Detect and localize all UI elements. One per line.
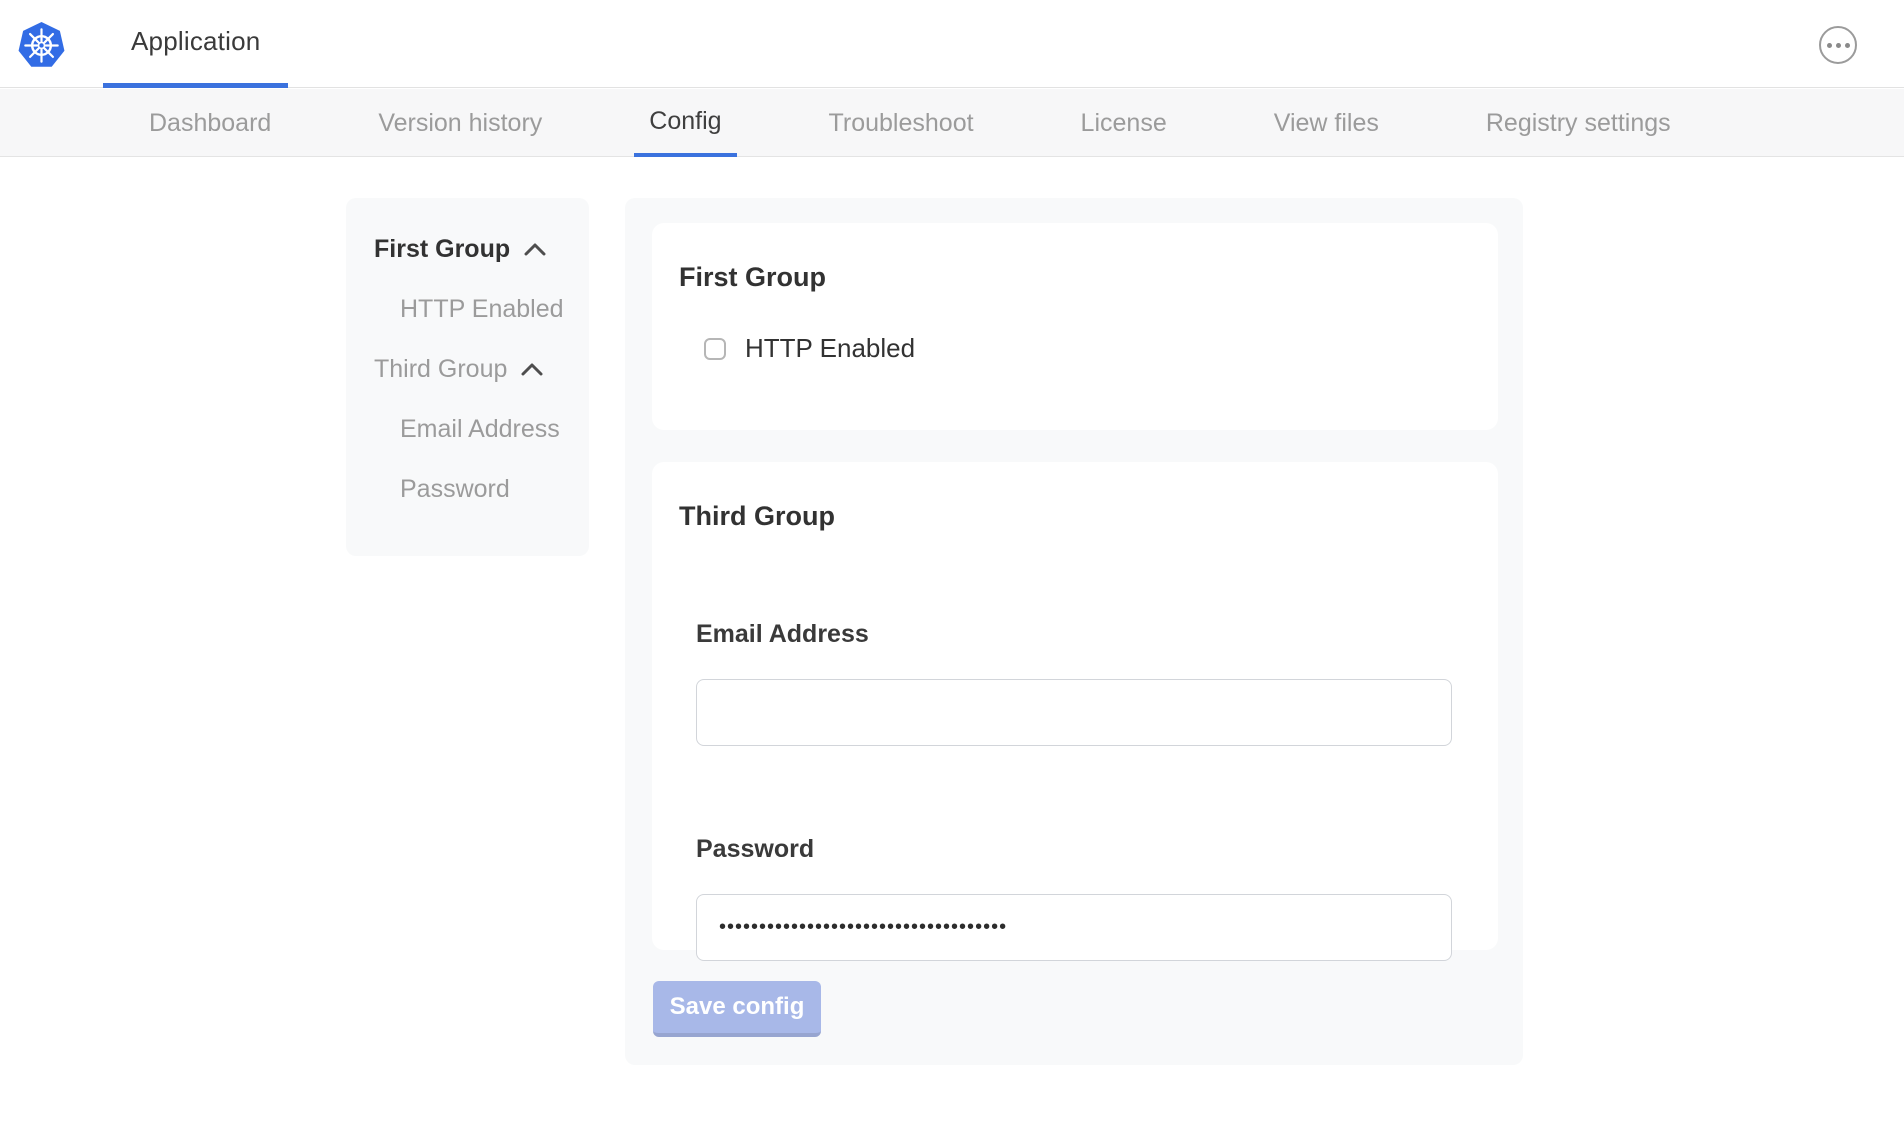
app-subnav: Dashboard Version history Config Trouble… [0,89,1904,157]
http-enabled-checkbox[interactable] [704,338,726,360]
tab-version-history[interactable]: Version history [363,89,557,157]
password-label: Password [696,835,1498,864]
top-header: Application [0,0,1904,88]
ellipsis-icon [1827,43,1832,48]
password-input[interactable] [696,894,1452,961]
ellipsis-icon [1836,43,1841,48]
sidebar-item-first-group[interactable]: First Group [346,219,589,279]
sidebar-item-label: HTTP Enabled [400,295,564,324]
tab-license[interactable]: License [1066,89,1182,157]
config-group-third-group: Third Group Email Address Password [652,462,1498,950]
sidebar-item-third-group[interactable]: Third Group [346,339,589,399]
config-group-first-group: First Group HTTP Enabled [652,223,1498,430]
tab-troubleshoot[interactable]: Troubleshoot [814,89,989,157]
sidebar-item-email-address[interactable]: Email Address [346,399,589,459]
sidebar-item-label: Email Address [400,415,560,444]
tab-dashboard[interactable]: Dashboard [134,89,286,157]
email-address-label: Email Address [696,620,1498,649]
group-title: Third Group [679,501,1498,532]
chevron-up-icon [523,242,547,257]
save-config-button[interactable]: Save config [653,981,821,1037]
config-form-panel: First Group HTTP Enabled Third Group Ema… [625,198,1523,1065]
sidebar-item-password[interactable]: Password [346,459,589,519]
group-title: First Group [679,262,1498,293]
tab-view-files[interactable]: View files [1259,89,1394,157]
overflow-menu-button[interactable] [1819,26,1857,64]
chevron-up-icon [520,362,544,377]
checkbox-label: HTTP Enabled [745,333,915,364]
http-enabled-field: HTTP Enabled [704,333,1498,364]
tab-registry-settings[interactable]: Registry settings [1471,89,1686,157]
sidebar-item-label: Password [400,475,510,504]
sidebar-item-http-enabled[interactable]: HTTP Enabled [346,279,589,339]
sidebar-item-label: Third Group [374,355,507,384]
sidebar-item-label: First Group [374,235,510,264]
ellipsis-icon [1845,43,1850,48]
config-sidebar: First Group HTTP Enabled Third Group Ema… [346,198,589,556]
tab-config[interactable]: Config [634,89,736,157]
email-address-input[interactable] [696,679,1452,746]
config-page: First Group HTTP Enabled Third Group Ema… [0,157,1904,1122]
app-tab-application[interactable]: Application [103,0,288,88]
kubernetes-logo-icon [17,20,66,69]
